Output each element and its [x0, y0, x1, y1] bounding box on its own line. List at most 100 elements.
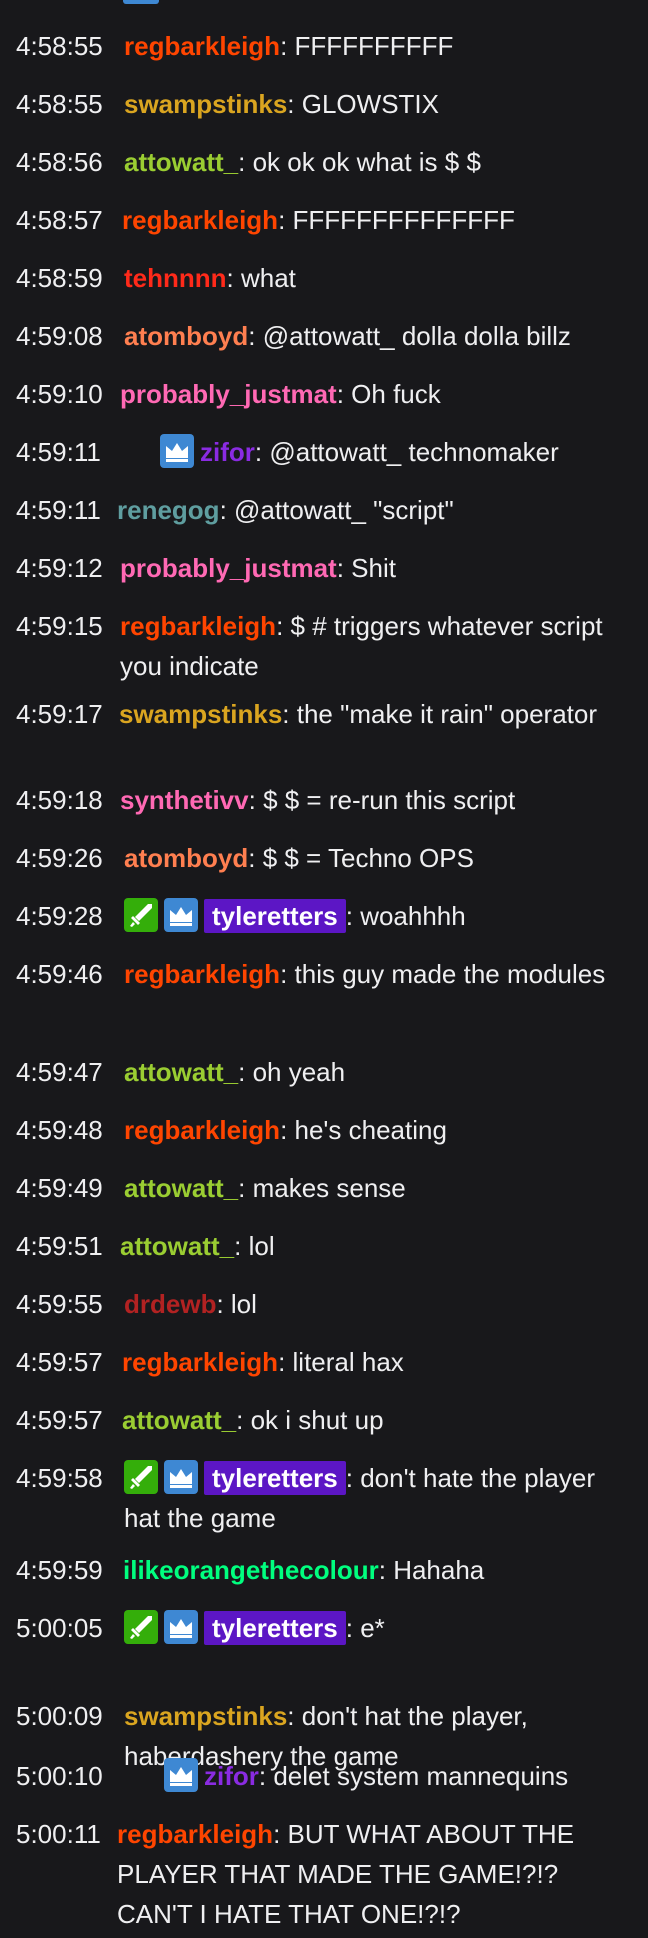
message-body: ilikeorangethecolour: Hahaha	[123, 1550, 636, 1590]
message-timestamp: 4:58:55	[16, 89, 103, 119]
sword-icon[interactable]	[124, 1460, 158, 1494]
chat-username[interactable]: tyleretters	[204, 1461, 346, 1495]
sword-icon[interactable]	[124, 1610, 158, 1644]
chat-username[interactable]: atomboyd	[124, 843, 248, 873]
username-separator: :	[280, 31, 295, 61]
message-text: woahhhh	[360, 901, 466, 931]
chat-username[interactable]: renegog	[117, 495, 220, 525]
message-body: swampstinks: GLOWSTIX	[124, 84, 636, 124]
username-separator: :	[276, 611, 291, 641]
chat-username[interactable]: attowatt_	[120, 1231, 234, 1261]
message-text: @attowatt_ technomaker	[269, 437, 559, 467]
message-body: attowatt_: oh yeah	[124, 1052, 636, 1092]
message-text: Hahaha	[393, 1555, 485, 1585]
chat-username[interactable]: swampstinks	[124, 89, 287, 119]
message-body: regbarkleigh: FFFFFFFFFF	[124, 26, 636, 66]
chat-username[interactable]: regbarkleigh	[122, 1347, 278, 1377]
message-text: literal hax	[292, 1347, 404, 1377]
username-separator: :	[287, 1701, 302, 1731]
message-text: $ $ = re-run this script	[263, 785, 516, 815]
username-separator: :	[254, 437, 270, 467]
chat-username[interactable]: ilikeorangethecolour	[123, 1555, 379, 1585]
username-separator: :	[258, 1761, 274, 1791]
message-text: what	[240, 263, 296, 293]
message-body: regbarkleigh: he's cheating	[124, 1110, 636, 1150]
chat-username[interactable]: regbarkleigh	[124, 959, 280, 989]
username-separator: :	[378, 1555, 394, 1585]
message-timestamp: 5:00:09	[16, 1701, 103, 1731]
message-body: synthetivv: $ $ = re-run this script	[120, 780, 636, 820]
message-text: this guy made the modules	[294, 959, 606, 989]
chat-username[interactable]: attowatt_	[124, 147, 238, 177]
message-body: regbarkleigh: FFFFFFFFFFFFFF	[122, 200, 636, 240]
chat-username[interactable]: synthetivv	[120, 785, 249, 815]
username-separator: :	[216, 1289, 231, 1319]
chat-username[interactable]: probably_justmat	[120, 379, 337, 409]
message-timestamp: 4:59:11	[16, 495, 101, 525]
chat-username[interactable]: regbarkleigh	[122, 205, 278, 235]
username-separator: :	[336, 379, 352, 409]
chat-username[interactable]: drdewb	[124, 1289, 216, 1319]
chat-username[interactable]: attowatt_	[124, 1173, 238, 1203]
crown-icon[interactable]	[164, 1610, 198, 1644]
chat-username[interactable]: regbarkleigh	[117, 1819, 273, 1849]
message-text: FFFFFFFFFFFFFF	[292, 205, 515, 235]
chat-username[interactable]: zifor	[204, 1761, 259, 1791]
chat-username[interactable]: tyleretters	[204, 899, 346, 933]
username-separator: :	[282, 699, 297, 729]
message-body: tyleretters: woahhhh	[124, 896, 636, 936]
username-separator: :	[345, 1463, 361, 1493]
message-timestamp: 4:59:47	[16, 1057, 103, 1087]
chat-username[interactable]: tyleretters	[204, 1611, 346, 1645]
crown-icon[interactable]	[164, 898, 198, 932]
username-separator: :	[248, 843, 263, 873]
message-text: lol	[230, 1289, 257, 1319]
message-text: GLOWSTIX	[301, 89, 439, 119]
username-separator: :	[287, 89, 302, 119]
chat-username[interactable]: regbarkleigh	[120, 611, 276, 641]
chat-username[interactable]: tehnnnn	[124, 263, 227, 293]
sword-icon[interactable]	[124, 898, 158, 932]
username-separator: :	[345, 1613, 361, 1643]
chat-username[interactable]: zifor	[200, 437, 255, 467]
message-text: Oh fuck	[351, 379, 441, 409]
message-body: attowatt_: ok i shut up	[122, 1400, 636, 1440]
crown-icon[interactable]	[164, 1460, 198, 1494]
message-text: lol	[248, 1231, 275, 1261]
chat-username[interactable]: probably_justmat	[120, 553, 337, 583]
message-timestamp: 4:59:28	[16, 901, 103, 931]
chat-username[interactable]: regbarkleigh	[124, 1115, 280, 1145]
username-separator: :	[273, 1819, 288, 1849]
username-separator: :	[219, 495, 235, 525]
chat-username[interactable]: swampstinks	[124, 1701, 287, 1731]
username-separator: :	[278, 205, 293, 235]
message-text: makes sense	[252, 1173, 406, 1203]
crown-icon[interactable]	[160, 434, 194, 468]
message-body: swampstinks: the "make it rain" operator	[119, 694, 636, 734]
username-separator: :	[248, 785, 264, 815]
chat-username[interactable]: attowatt_	[122, 1405, 236, 1435]
message-timestamp: 5:00:10	[16, 1761, 103, 1791]
username-separator: :	[345, 901, 361, 931]
crown-icon	[123, 0, 159, 4]
chat-username[interactable]: swampstinks	[119, 699, 282, 729]
crown-icon[interactable]	[164, 1758, 198, 1792]
message-timestamp: 4:58:57	[16, 205, 103, 235]
message-timestamp: 4:59:12	[16, 553, 103, 583]
message-timestamp: 4:59:49	[16, 1173, 103, 1203]
username-separator: :	[236, 1405, 251, 1435]
username-separator: :	[278, 1347, 293, 1377]
message-text: $ $ = Techno OPS	[262, 843, 474, 873]
chat-username[interactable]: regbarkleigh	[124, 31, 280, 61]
message-timestamp: 4:59:48	[16, 1115, 103, 1145]
message-text: @attowatt_ dolla dolla billz	[262, 321, 571, 351]
chat-username[interactable]: attowatt_	[124, 1057, 238, 1087]
message-text: ok ok ok what is $ $	[252, 147, 481, 177]
message-body: probably_justmat: Oh fuck	[120, 374, 636, 414]
username-separator: :	[248, 321, 263, 351]
message-timestamp: 5:00:11	[16, 1819, 101, 1849]
message-body: probably_justmat: Shit	[120, 548, 636, 588]
message-timestamp: 4:59:17	[16, 699, 103, 729]
message-timestamp: 5:00:05	[16, 1613, 103, 1643]
chat-username[interactable]: atomboyd	[124, 321, 248, 351]
